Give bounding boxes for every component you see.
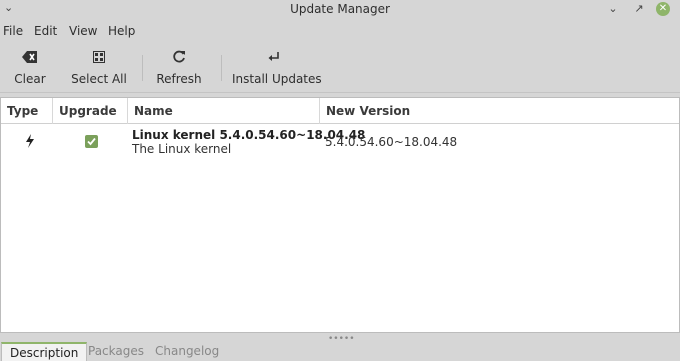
list-header: Type Upgrade Name New Version (1, 98, 679, 124)
kernel-lightning-icon (25, 134, 45, 150)
window-title: Update Manager (290, 2, 390, 16)
column-upgrade[interactable]: Upgrade (53, 98, 128, 124)
clear-label: Clear (14, 72, 46, 86)
install-updates-button[interactable]: Install Updates (232, 43, 322, 91)
minimize-icon[interactable]: ⌄ (606, 2, 620, 16)
menu-help[interactable]: Help (108, 24, 135, 38)
tab-packages[interactable]: Packages (80, 342, 152, 361)
details-tabs: Description Packages Changelog (0, 342, 680, 361)
menu-file[interactable]: File (3, 24, 23, 38)
clear-button[interactable]: Clear (8, 43, 52, 91)
upgrade-checkbox[interactable] (85, 135, 98, 148)
menu-view[interactable]: View (69, 24, 97, 38)
close-icon[interactable]: ✕ (656, 2, 670, 16)
column-type[interactable]: Type (1, 98, 53, 124)
select-all-button[interactable]: Select All (70, 43, 128, 91)
package-new-version: 5.4.0.54.60~18.04.48 (325, 135, 458, 149)
select-all-label: Select All (71, 72, 127, 86)
column-name[interactable]: Name (128, 98, 320, 124)
install-updates-label: Install Updates (232, 72, 322, 86)
refresh-label: Refresh (156, 72, 202, 86)
select-all-icon (70, 50, 128, 68)
tab-description[interactable]: Description (1, 342, 88, 361)
toolbar: Clear Select All Refresh Install Updates (0, 43, 680, 93)
maximize-icon[interactable]: ↗ (632, 2, 646, 16)
tab-changelog[interactable]: Changelog (147, 342, 227, 361)
menu-bar: File Edit View Help (0, 21, 680, 41)
toolbar-separator (221, 55, 222, 81)
update-list[interactable]: Type Upgrade Name New Version Linux kern… (0, 97, 680, 333)
install-arrow-icon (232, 50, 316, 68)
refresh-icon (154, 50, 204, 68)
backspace-icon (8, 50, 52, 68)
title-bar: ⌄ Update Manager ⌄ ↗ ✕ (0, 0, 680, 19)
table-row[interactable]: Linux kernel 5.4.0.54.60~18.04.48 The Li… (1, 125, 679, 161)
refresh-button[interactable]: Refresh (154, 43, 204, 91)
toolbar-separator (142, 55, 143, 81)
column-new-version[interactable]: New Version (320, 98, 679, 124)
menu-edit[interactable]: Edit (34, 24, 57, 38)
